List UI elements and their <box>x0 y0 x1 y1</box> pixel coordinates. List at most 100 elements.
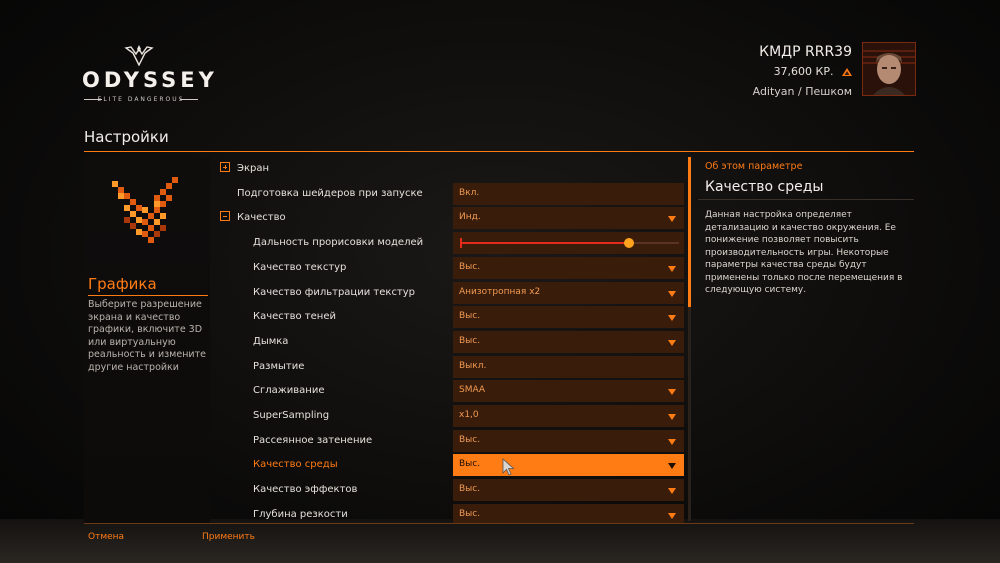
caret-down-icon[interactable] <box>668 488 676 495</box>
setting-row[interactable]: Сглаживание SMAA <box>216 379 686 403</box>
setting-row[interactable]: Качество теней Выс. <box>216 305 686 329</box>
setting-label: Сглаживание <box>253 385 325 397</box>
setting-label: Качество среды <box>253 459 338 471</box>
setting-label: Качество текстур <box>253 261 347 273</box>
category-description: Выберите разрешение экрана и качество гр… <box>88 299 206 373</box>
setting-value: Анизотропная x2 <box>459 286 541 297</box>
setting-label: Качество теней <box>253 311 336 323</box>
setting-row[interactable]: Качество эффектов Выс. <box>216 478 686 502</box>
category-title: Графика <box>88 275 157 293</box>
setting-dropdown[interactable]: Выс. <box>453 256 684 279</box>
setting-value: Выкл. <box>459 360 487 371</box>
setting-label: Экран <box>237 163 270 174</box>
background-floor <box>0 519 1000 563</box>
setting-row[interactable]: Дальность прорисовки моделей <box>216 231 686 255</box>
setting-row[interactable]: Подготовка шейдеров при запуске Вкл. <box>216 182 686 206</box>
elite-wings-icon <box>124 45 154 66</box>
slider-fill <box>461 242 629 245</box>
setting-value: Инд. <box>459 212 481 223</box>
info-divider <box>698 199 914 200</box>
expander-bar <box>223 216 227 218</box>
slider-thumb[interactable] <box>623 238 634 249</box>
credits-value: 37,600 КР. <box>773 65 834 78</box>
setting-dropdown[interactable]: Выс. <box>453 429 684 452</box>
mouse-cursor-icon <box>502 458 515 476</box>
setting-row[interactable]: Рассеянное затенение Выс. <box>216 429 686 453</box>
plus-square-icon[interactable] <box>220 162 230 172</box>
setting-value: Выс. <box>459 311 481 322</box>
commander-credits: 37,600 КР. <box>753 65 852 78</box>
category-panel: Графика Выберите разрешение экрана и кач… <box>84 157 210 523</box>
commander-location: Adityan / Пешком <box>752 85 852 98</box>
info-panel: Об этом параметре Качество среды Данная … <box>698 157 914 521</box>
caret-down-icon[interactable] <box>668 512 676 519</box>
footer-divider <box>84 523 914 524</box>
setting-row[interactable]: Глубина резкости Выс. <box>216 503 686 523</box>
setting-value: Выс. <box>459 484 481 495</box>
setting-slider[interactable] <box>453 232 684 255</box>
category-underline <box>88 295 208 296</box>
setting-label: Качество эффектов <box>253 484 358 496</box>
settings-list[interactable]: Экран Подготовка шейдеров при запуске Вкл.… <box>216 157 686 523</box>
setting-value: Выс. <box>459 508 481 519</box>
setting-value: Выс. <box>459 434 481 445</box>
minus-square-icon[interactable] <box>220 211 230 222</box>
caret-down-icon[interactable] <box>668 414 676 420</box>
info-title: Качество среды <box>705 179 824 195</box>
cancel-button[interactable]: Отмена <box>88 532 124 542</box>
graphics-wings-icon <box>112 177 178 243</box>
commander-info: КМДР RRR39 37,600 КР. Adityan / Пешком <box>753 44 852 98</box>
setting-dropdown[interactable]: Выс. <box>453 454 684 477</box>
caret-down-icon[interactable] <box>668 290 676 297</box>
caret-down-icon[interactable] <box>668 389 676 396</box>
setting-row[interactable]: Экран <box>216 157 686 181</box>
setting-row[interactable]: Качество текстур Выс. <box>216 256 686 280</box>
setting-label: Глубина резкости <box>253 508 348 520</box>
setting-value: Выс. <box>459 335 481 346</box>
scrollbar-thumb[interactable] <box>688 157 691 307</box>
logo-title: ODYSSEY <box>82 68 218 92</box>
setting-label: Размытие <box>253 360 305 372</box>
setting-row[interactable]: Размытие Выкл. <box>216 355 686 379</box>
setting-row[interactable]: Качество фильтрации текстур Анизотропная … <box>216 281 686 305</box>
setting-label: Дальность прорисовки моделей <box>253 237 424 249</box>
setting-label: Качество <box>237 212 286 224</box>
setting-value: x1,0 <box>459 410 479 420</box>
info-text: Данная настройка определяет детализацию … <box>705 210 903 295</box>
setting-label: Дымка <box>253 335 289 347</box>
setting-dropdown[interactable]: Выс. <box>453 503 684 523</box>
setting-dropdown[interactable]: Анизотропная x2 <box>453 281 684 304</box>
caret-down-icon[interactable] <box>668 463 676 470</box>
caret-down-icon[interactable] <box>668 216 676 223</box>
setting-dropdown[interactable]: Выс. <box>453 479 684 502</box>
setting-dropdown[interactable]: Выс. <box>453 306 684 329</box>
setting-dropdown[interactable]: Выс. <box>453 330 684 353</box>
odyssey-logo: ODYSSEY ELITE DANGEROUS <box>82 44 218 114</box>
setting-label: SuperSampling <box>253 410 330 421</box>
setting-dropdown[interactable]: Инд. <box>453 207 684 230</box>
slider-track[interactable] <box>460 238 679 249</box>
setting-toggle[interactable]: Вкл. <box>453 182 684 205</box>
setting-label: Качество фильтрации текстур <box>253 286 416 298</box>
setting-row[interactable]: SuperSampling x1,0 <box>216 404 686 428</box>
caret-down-icon[interactable] <box>668 265 676 272</box>
header-divider <box>84 151 914 152</box>
setting-toggle[interactable]: Выкл. <box>453 355 684 378</box>
avatar-portrait <box>863 43 915 95</box>
setting-row[interactable]: Качество среды Выс. <box>216 453 686 477</box>
setting-dropdown[interactable]: SMAA <box>453 380 684 403</box>
caret-down-icon[interactable] <box>668 315 676 322</box>
setting-label: Подготовка шейдеров при запуске <box>237 187 423 199</box>
setting-value: SMAA <box>459 385 486 396</box>
info-caption: Об этом параметре <box>705 161 803 172</box>
avatar[interactable] <box>862 42 916 96</box>
apply-button[interactable]: Применить <box>202 532 255 542</box>
setting-row[interactable]: Дымка Выс. <box>216 330 686 354</box>
setting-dropdown[interactable]: x1,0 <box>453 405 684 427</box>
setting-value: Вкл. <box>459 187 480 198</box>
caret-down-icon[interactable] <box>668 339 676 346</box>
caret-down-icon[interactable] <box>668 438 676 445</box>
credits-icon <box>842 68 852 76</box>
setting-row[interactable]: Качество Инд. <box>216 206 686 230</box>
setting-value: Выс. <box>459 261 481 272</box>
